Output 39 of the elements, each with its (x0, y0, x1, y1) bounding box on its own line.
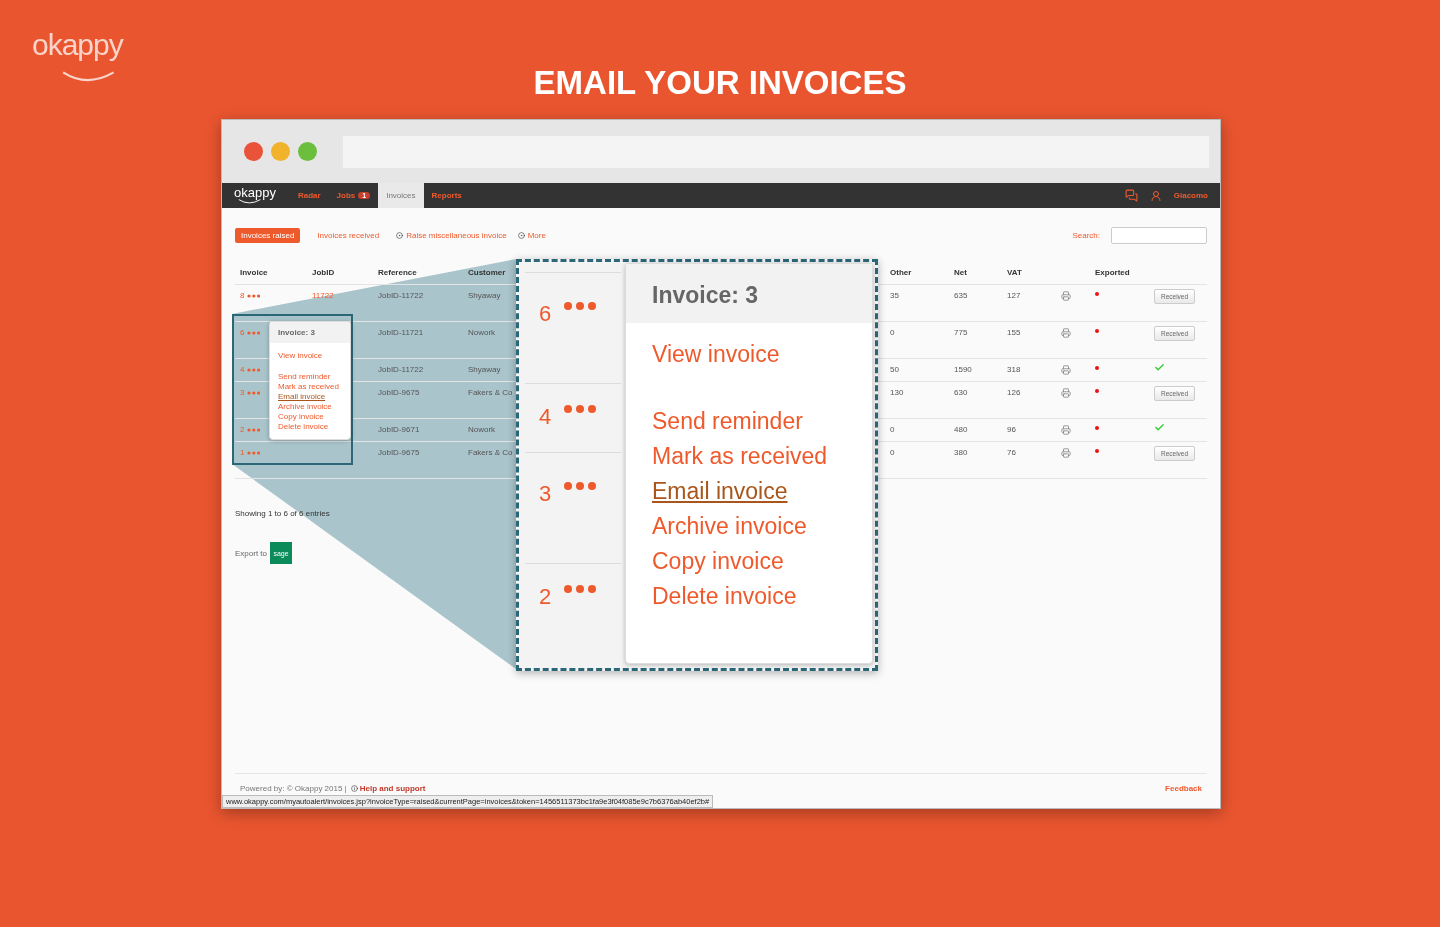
table-cell-text: JobID-9675 (378, 448, 421, 457)
entries-summary: Showing 1 to 6 of 6 entries (235, 509, 330, 518)
table-cell-text: 96 (1007, 425, 1017, 434)
table-cell-text: Fakers & Co (468, 448, 514, 457)
table-cell-text: 0 (890, 328, 896, 337)
table-cell-text: JobID-11722 (378, 291, 425, 300)
table-cell-text: 480 (954, 425, 969, 434)
app-logo: okappy (234, 186, 276, 199)
table-cell-text: Shyaway (468, 365, 502, 374)
table-cell-text: 126 (1007, 388, 1022, 397)
table-cell-text: 0 (890, 448, 896, 457)
table-cell-text: 380 (954, 448, 969, 457)
table-cell-text: 155 (1007, 328, 1022, 337)
table-cell-text: JobID-9671 (378, 425, 421, 434)
table-cell-text: 1590 (954, 365, 973, 374)
table-cell-text: 127 (1007, 291, 1022, 300)
menu-title: Invoice: 3 (270, 322, 350, 343)
table-cell-text: 0 (890, 425, 896, 434)
table-cell-text: Nowork (468, 425, 497, 434)
brand-logo: okappy (32, 30, 123, 60)
table-cell-text: Fakers & Co (468, 388, 514, 397)
table-cell-text: JobID-9675 (378, 388, 421, 397)
table-cell-text: 635 (954, 291, 969, 300)
table-cell-text: JobID-11722 (378, 365, 425, 374)
table-cell-text: 630 (954, 388, 969, 397)
table-cell-text: 50 (890, 365, 900, 374)
table-cell-text: 35 (890, 291, 900, 300)
table-cell-text: JobID-11721 (378, 328, 425, 337)
table-cell-text: 775 (954, 328, 969, 337)
table-cell-text: 130 (890, 388, 905, 397)
table-cell-text: 76 (1007, 448, 1017, 457)
table-cell-text: 318 (1007, 365, 1022, 374)
table-cell-text: Shyaway (468, 291, 502, 300)
table-cell-text: Nowork (468, 328, 497, 337)
export-label: Export to (235, 548, 267, 558)
powered-by: Powered by: © Okappy 2015 | (240, 784, 347, 793)
menu-title: Invoice: 3 (626, 264, 872, 323)
headline: EMAIL YOUR INVOICES (533, 64, 907, 102)
search-label: Search: (1072, 231, 1100, 240)
